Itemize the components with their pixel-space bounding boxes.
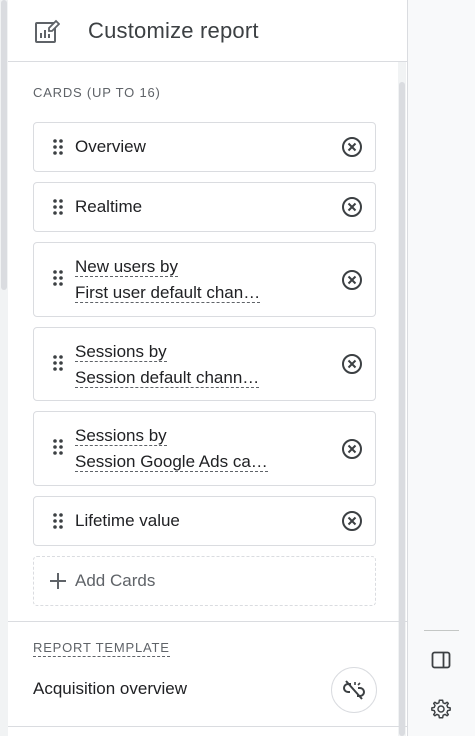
drag-handle-icon[interactable] <box>52 269 64 287</box>
add-cards-label: Add Cards <box>75 571 156 590</box>
card-item[interactable]: New users by First user default chan… <box>33 242 376 317</box>
remove-card-icon[interactable] <box>341 438 363 460</box>
plus-icon <box>50 573 66 589</box>
left-scrollbar-thumb[interactable] <box>1 0 7 290</box>
card-label: Lifetime value <box>75 508 180 534</box>
card-label: New users by First user default chan… <box>75 254 261 306</box>
drag-handle-icon[interactable] <box>52 438 64 456</box>
rail-divider <box>424 630 459 631</box>
remove-card-icon[interactable] <box>341 196 363 218</box>
card-label: Overview <box>75 134 146 160</box>
card-item[interactable]: Lifetime value <box>33 496 376 546</box>
section-divider <box>8 621 407 622</box>
card-item[interactable]: Sessions by Session Google Ads ca… <box>33 411 376 486</box>
drag-handle-icon[interactable] <box>52 138 64 156</box>
card-dimension: Session Google Ads ca… <box>75 452 268 472</box>
report-template-name: Acquisition overview <box>33 679 188 698</box>
card-dimension: First user default chan… <box>75 283 261 303</box>
remove-card-icon[interactable] <box>341 269 363 291</box>
remove-card-icon[interactable] <box>341 353 363 375</box>
report-edit-icon <box>35 19 60 43</box>
left-scrollbar[interactable] <box>0 0 8 736</box>
bottom-divider <box>8 726 407 727</box>
card-dimension: Session default chann… <box>75 368 260 388</box>
card-item[interactable]: Sessions by Session default chann… <box>33 327 376 401</box>
card-title: Sessions by <box>75 426 167 446</box>
drag-handle-icon[interactable] <box>52 354 64 372</box>
card-title: Overview <box>75 137 146 156</box>
drag-handle-icon[interactable] <box>52 512 64 530</box>
link-off-icon <box>343 680 365 700</box>
right-rail <box>408 0 475 736</box>
card-title: Sessions by <box>75 342 167 362</box>
panel-title: Customize report <box>88 18 259 43</box>
unlink-template-button[interactable] <box>331 667 377 713</box>
card-item[interactable]: Realtime <box>33 182 376 232</box>
card-item[interactable]: Overview <box>33 122 376 172</box>
remove-card-icon[interactable] <box>341 136 363 158</box>
card-title: New users by <box>75 257 178 277</box>
side-panel-icon[interactable] <box>431 650 451 670</box>
card-title: Lifetime value <box>75 511 180 530</box>
gear-icon[interactable] <box>430 698 452 720</box>
panel-scrollbar-thumb[interactable] <box>399 82 405 736</box>
add-cards-button[interactable]: Add Cards <box>33 556 376 606</box>
report-template-label[interactable]: REPORT TEMPLATE <box>33 640 170 657</box>
drag-handle-icon[interactable] <box>52 198 64 216</box>
card-label: Realtime <box>75 194 142 220</box>
panel-header: Customize report <box>8 0 407 62</box>
remove-card-icon[interactable] <box>341 510 363 532</box>
card-label: Sessions by Session default chann… <box>75 339 260 391</box>
panel-scrollbar[interactable] <box>398 62 406 736</box>
card-title: Realtime <box>75 197 143 216</box>
customize-report-panel: Customize report CARDS (UP TO 16) Overvi… <box>8 0 408 736</box>
cards-section-label: CARDS (UP TO 16) <box>33 85 161 100</box>
card-label: Sessions by Session Google Ads ca… <box>75 423 268 475</box>
